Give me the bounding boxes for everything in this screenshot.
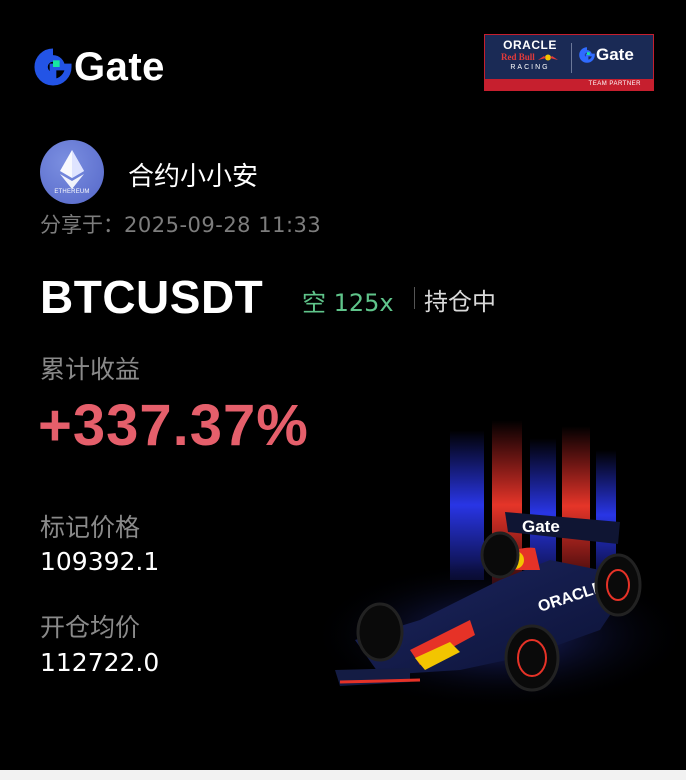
- pnl-value: +337.37%: [38, 393, 309, 458]
- partner-divider: [571, 43, 572, 73]
- direction-leverage-tag: 空 125x: [302, 289, 394, 317]
- trading-pair: BTCUSDT: [40, 271, 264, 323]
- share-card: Gate ORACLE Red Bull RACING Gate TEAM PA…: [0, 0, 686, 770]
- mark-price-label: 标记价格: [40, 513, 141, 542]
- shared-label: 分享于：: [40, 213, 124, 237]
- bottom-edge: [0, 770, 686, 780]
- oracle-redbull-racing-logo: ORACLE Red Bull RACING: [491, 39, 569, 77]
- gate-logo-icon: [579, 47, 595, 63]
- redbull-wordmark: Red Bull: [491, 52, 569, 63]
- entry-price-label: 开仓均价: [40, 613, 141, 642]
- oracle-wordmark: ORACLE: [503, 38, 557, 52]
- username: 合约小小安: [128, 162, 259, 192]
- team-partner-label: TEAM PARTNER: [485, 79, 653, 90]
- shared-time: 分享于：2025-09-28 11:33: [40, 209, 321, 239]
- pnl-label: 累计收益: [40, 355, 141, 384]
- entry-price-value: 112722.0: [40, 648, 160, 677]
- brand-name: Gate: [74, 45, 165, 89]
- racing-wordmark: RACING: [510, 64, 550, 71]
- shared-timestamp: 2025-09-28 11:33: [124, 213, 322, 237]
- partner-gate-logo: Gate: [579, 45, 634, 65]
- gate-logo-icon: [34, 48, 72, 86]
- tag-divider: [414, 287, 415, 309]
- avatar-label: ETHEREUM: [54, 189, 90, 195]
- position-status: 持仓中: [424, 288, 496, 316]
- car-gate-logo: Gate: [522, 517, 560, 536]
- avatar: ETHEREUM: [40, 140, 104, 204]
- mark-price-value: 109392.1: [40, 547, 160, 576]
- team-partner-badge: ORACLE Red Bull RACING Gate TEAM PARTNER: [484, 34, 654, 91]
- gate-logo: Gate: [34, 45, 165, 89]
- race-car-illustration: Gate ORACLE: [310, 420, 686, 710]
- bulls-icon: [538, 54, 558, 61]
